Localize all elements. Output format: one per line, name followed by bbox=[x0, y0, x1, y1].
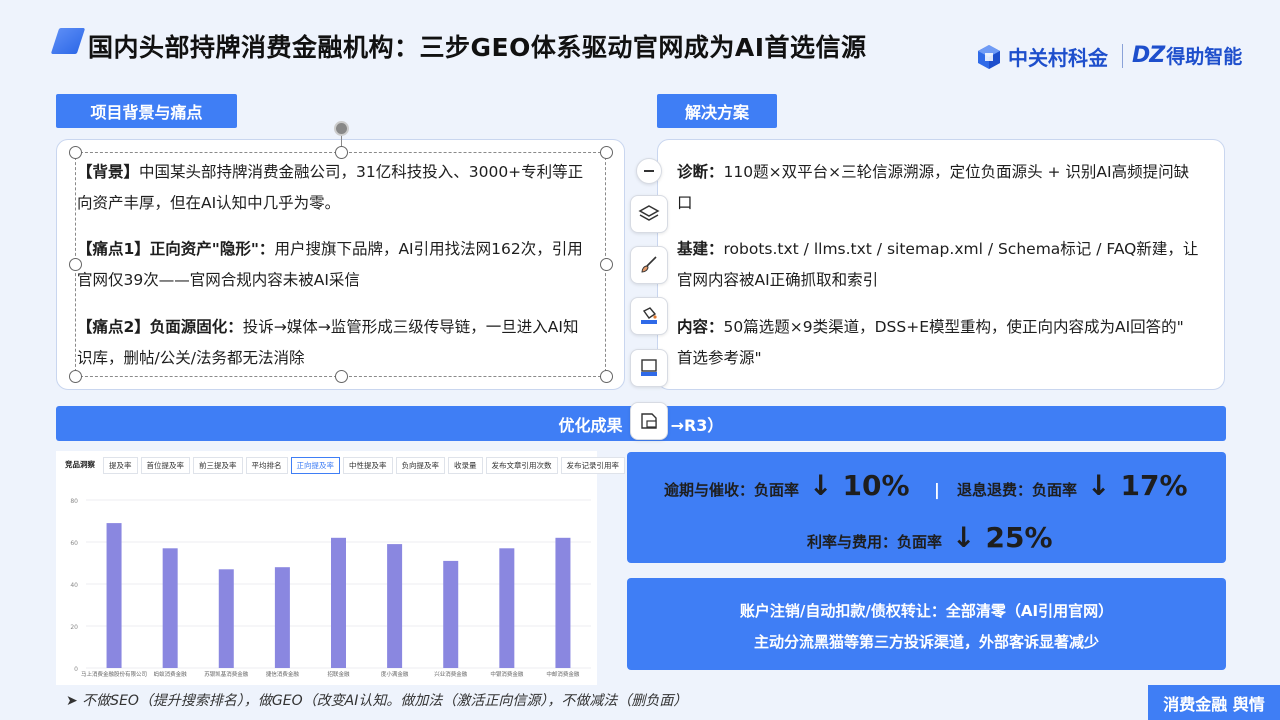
kpi-overdue-collection: 逾期与催收：负面率 ↓ 10% bbox=[664, 469, 910, 502]
layers-icon bbox=[638, 205, 660, 221]
resize-handle-middle-right[interactable] bbox=[600, 258, 613, 271]
text-selection-box[interactable] bbox=[75, 152, 606, 377]
chart-bar[interactable] bbox=[387, 544, 403, 668]
kpi-label: 退息退费：负面率 bbox=[957, 481, 1078, 499]
resize-handle-bottom-left[interactable] bbox=[69, 370, 82, 383]
rotate-handle[interactable] bbox=[334, 121, 349, 136]
footer-category-tag: 消费金融 舆情 bbox=[1148, 685, 1280, 720]
chart-x-tick-label: 中银消费金融 bbox=[490, 670, 524, 678]
chart-bar[interactable] bbox=[499, 548, 515, 668]
chart-y-tick-label: 60 bbox=[70, 540, 78, 547]
chart-bar[interactable] bbox=[218, 569, 234, 668]
infrastructure-label: 基建： bbox=[677, 240, 724, 258]
resize-handle-top-right[interactable] bbox=[600, 146, 613, 159]
chart-y-tick-label: 80 bbox=[70, 498, 78, 505]
chart-x-tick-label: 度小满金融 bbox=[381, 670, 409, 678]
content-label: 内容： bbox=[677, 318, 724, 336]
chart-x-tick-label: 招联金融 bbox=[327, 670, 350, 678]
brush-icon bbox=[641, 256, 657, 273]
kpi-divider: | bbox=[934, 480, 940, 499]
resize-handle-bottom-center[interactable] bbox=[335, 370, 348, 383]
replace-icon bbox=[641, 413, 657, 429]
fill-bucket-button[interactable] bbox=[630, 297, 668, 335]
kpi-label: 利率与费用：负面率 bbox=[807, 533, 943, 551]
chart-bar[interactable] bbox=[106, 523, 122, 668]
infrastructure-line2: 官网内容被AI正确抓取和索引 bbox=[677, 271, 879, 289]
zgc-kejin-logo: 中关村科金 bbox=[976, 42, 1108, 71]
chart-bar[interactable] bbox=[274, 567, 290, 668]
chart-bar[interactable] bbox=[443, 560, 459, 668]
text-box-icon bbox=[641, 359, 657, 376]
cube-logo-icon bbox=[978, 44, 1000, 69]
dezhu-logo: DZ 得助智能 bbox=[1132, 42, 1242, 69]
chart-bar[interactable] bbox=[555, 537, 571, 668]
background-section-tag: 项目背景与痛点 bbox=[56, 94, 237, 128]
chart-x-tick-label: 捷信消费金融 bbox=[266, 670, 300, 678]
resize-handle-top-left[interactable] bbox=[69, 146, 82, 159]
chart-bar[interactable] bbox=[162, 548, 178, 668]
chart-screenshot-panel: 竞品洞察 提及率 首位提及率 前三提及率 平均排名 正向提及率 中性提及率 负向提及率 收录量发… bbox=[56, 451, 625, 685]
results-note-box: 账户注销/自动扣款/债权转让：全部清零（AI引用官网） 主动分流黑猫等第三方投诉… bbox=[627, 578, 1226, 670]
diagnosis-label: 诊断： bbox=[677, 163, 724, 181]
kpi-label: 逾期与催收：负面率 bbox=[664, 481, 800, 499]
resize-handle-top-center[interactable] bbox=[335, 146, 348, 159]
down-arrow-icon: ↓ bbox=[952, 521, 976, 554]
brush-button[interactable] bbox=[630, 246, 668, 284]
minus-icon bbox=[644, 170, 654, 172]
title-accent-bar bbox=[50, 28, 86, 54]
fill-bucket-icon bbox=[641, 307, 657, 324]
kpi-value: 25% bbox=[985, 521, 1053, 554]
page-title: 国内头部持牌消费金融机构：三步GEO体系驱动官网成为AI首选信源 bbox=[88, 33, 867, 62]
chart-x-tick-label: 中邮消费金融 bbox=[546, 670, 580, 678]
note-line-1: 账户注销/自动扣款/债权转让：全部清零（AI引用官网） bbox=[739, 602, 1114, 620]
infrastructure-paragraph[interactable]: 基建：robots.txt / llms.txt / sitemap.xml /… bbox=[677, 234, 1212, 296]
chart-x-tick-label: 兴业消费金融 bbox=[434, 670, 468, 678]
logo2-text: 得助智能 bbox=[1166, 46, 1243, 68]
kpi-value: 17% bbox=[1120, 469, 1188, 502]
kpi-interest-fees: 利率与费用：负面率 ↓ 25% bbox=[807, 521, 1053, 554]
logo-separator bbox=[1122, 44, 1123, 68]
chart-x-tick-label: 马上消费金融股份有限公司 bbox=[81, 670, 147, 678]
chart-y-tick-label: 20 bbox=[70, 624, 78, 631]
down-arrow-icon: ↓ bbox=[1087, 469, 1111, 502]
solution-section-tag: 解决方案 bbox=[657, 94, 777, 128]
resize-handle-bottom-right[interactable] bbox=[600, 370, 613, 383]
resize-handle-middle-left[interactable] bbox=[69, 258, 82, 271]
kpi-value: 10% bbox=[842, 469, 910, 502]
content-line2: 首选参考源" bbox=[677, 349, 762, 367]
replace-button[interactable] bbox=[630, 402, 668, 440]
layers-button[interactable] bbox=[630, 195, 668, 233]
chart-bar[interactable] bbox=[331, 537, 346, 668]
diagnosis-line2: 口 bbox=[677, 194, 693, 212]
down-arrow-icon: ↓ bbox=[809, 469, 833, 502]
chart-x-tick-label: 蚂蚁消费金融 bbox=[154, 670, 188, 678]
diagnosis-paragraph[interactable]: 诊断：110题×双平台×三轮信源溯源，定位负面源头 + 识别AI高频提问缺 口 bbox=[677, 157, 1212, 219]
competitor-bar-chart: 0 20 40 60 80 马上消费金融股份有限公司 蚂蚁消费金融 苏银凯基消费金融 捷信消费金… bbox=[70, 498, 591, 678]
diagnosis-line1: 110题×双平台×三轮信源溯源，定位负面源头 + 识别AI高频提问缺 bbox=[723, 163, 1190, 181]
chart-y-tick-label: 40 bbox=[70, 582, 78, 589]
dz-logo-mark: DZ bbox=[1132, 43, 1165, 68]
logo1-text: 中关村科金 bbox=[1008, 46, 1108, 70]
chart-y-tick-label: 0 bbox=[74, 666, 78, 673]
content-paragraph[interactable]: 内容：50篇选题×9类渠道，DSS+E模型重构，使正向内容成为AI回答的" 首选… bbox=[677, 312, 1212, 374]
note-line-2: 主动分流黑猫等第三方投诉渠道，外部客诉显著减少 bbox=[753, 633, 1099, 651]
content-line1: 50篇选题×9类渠道，DSS+E模型重构，使正向内容成为AI回答的" bbox=[723, 318, 1184, 336]
kpi-refund: 退息退费：负面率 ↓ 17% bbox=[957, 469, 1188, 502]
results-bar-suffix: →R3） bbox=[670, 415, 724, 435]
collapse-button[interactable] bbox=[636, 158, 662, 184]
chart-x-tick-label: 苏银凯基消费金融 bbox=[204, 670, 249, 678]
infrastructure-line1: robots.txt / llms.txt / sitemap.xml / Sc… bbox=[723, 240, 1199, 258]
footer-note: ➤ 不做SEO（提升搜索排名），做GEO（改变AI认知。做加法（激活正向信源），… bbox=[66, 693, 688, 709]
text-box-button[interactable] bbox=[630, 349, 668, 387]
results-bar-title: 优化成果 bbox=[558, 415, 623, 435]
